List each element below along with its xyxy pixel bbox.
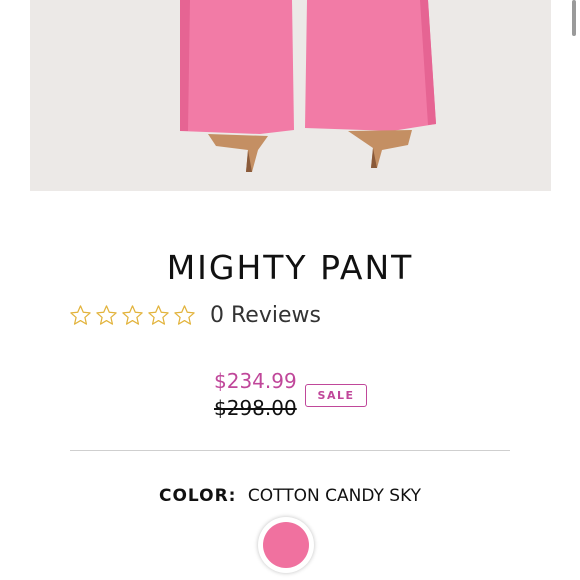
star-empty-icon [148,305,169,325]
reviews-link[interactable]: 0 Reviews [210,303,321,328]
star-empty-icon [122,305,143,325]
divider [70,450,510,451]
star-rating[interactable] [69,304,196,327]
star-empty-icon [174,305,195,325]
product-image[interactable] [30,0,551,191]
color-swatch [263,522,309,568]
original-price: $298.00 [214,396,297,420]
product-title: MIGHTY PANT [166,248,414,287]
scrollbar[interactable] [572,0,576,36]
price-block: $234.99 $298.00 [214,368,297,422]
star-empty-icon [96,305,117,325]
product-photo [30,0,551,191]
color-selection: COLOR: COTTON CANDY SKY [0,486,580,506]
star-empty-icon [70,305,91,325]
rating-row[interactable]: 0 Reviews [69,303,321,328]
color-swatch-selected[interactable] [258,517,314,573]
sale-price: $234.99 [214,369,297,393]
product-page: MIGHTY PANT 0 Reviews $234.99 $298.00 SA… [0,0,580,580]
color-value: COTTON CANDY SKY [247,486,421,506]
sale-badge: SALE [305,384,367,407]
color-label: COLOR: [158,486,237,506]
